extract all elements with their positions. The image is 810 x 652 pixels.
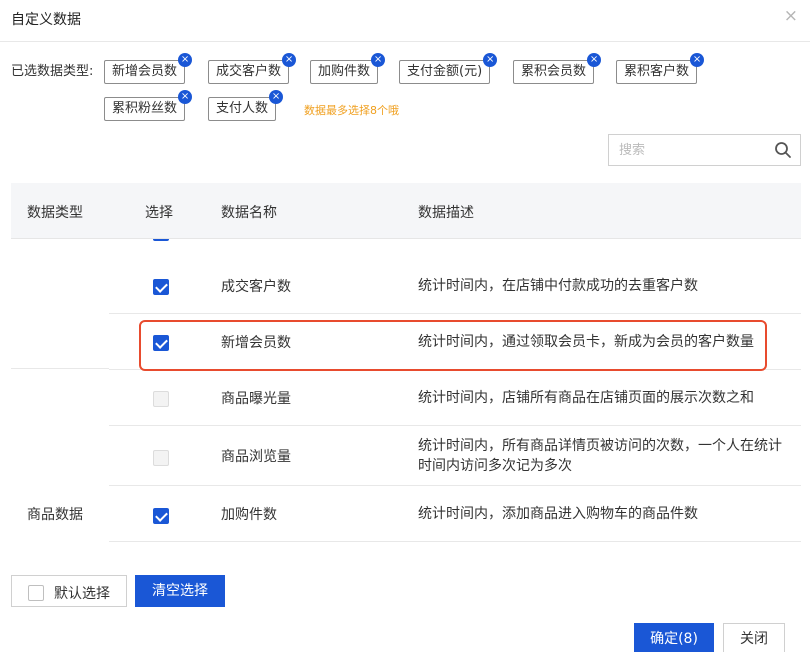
table-row: 成交客户数 统计时间内，在店铺中付款成功的去重客户数 bbox=[109, 258, 801, 314]
header-data-name: 数据名称 bbox=[221, 205, 277, 221]
row-checkbox[interactable] bbox=[153, 279, 169, 295]
tag-label: 新增会员数 bbox=[112, 64, 178, 79]
row-desc: 统计时间内，店铺所有商品在店铺页面的展示次数之和 bbox=[418, 390, 754, 406]
row-name: 加购件数 bbox=[221, 507, 277, 523]
tag-label: 累积粉丝数 bbox=[112, 101, 178, 116]
remove-tag-icon[interactable]: × bbox=[269, 90, 284, 104]
table-body[interactable]: 成交客户数 统计时间内，在店铺中付款成功的去重客户数 新增会员数 统计时间内，通… bbox=[11, 239, 801, 542]
search-box bbox=[608, 134, 801, 166]
table-row: 商品曝光量 统计时间内，店铺所有商品在店铺页面的展示次数之和 bbox=[109, 370, 801, 426]
tag-label: 累积客户数 bbox=[624, 64, 690, 79]
remove-tag-icon[interactable]: × bbox=[690, 53, 705, 67]
row-desc: 统计时间内，所有商品详情页被访问的次数，一个人在统计时间内访问多次记为多次 bbox=[418, 438, 782, 474]
header-data-desc: 数据描述 bbox=[418, 205, 474, 221]
tag-payers: 支付人数 × bbox=[208, 90, 284, 121]
table-header: 数据类型 选择 数据名称 数据描述 bbox=[11, 183, 801, 239]
remove-tag-icon[interactable]: × bbox=[587, 53, 602, 67]
search-input[interactable] bbox=[609, 135, 769, 165]
clear-selection-button[interactable]: 清空选择 bbox=[135, 575, 225, 607]
tag-total-customers: 累积客户数 × bbox=[616, 53, 705, 84]
group-label-product-data: 商品数据 bbox=[27, 507, 83, 523]
close-button[interactable]: 关闭 bbox=[723, 623, 785, 652]
dialog-header: 自定义数据 × bbox=[0, 0, 810, 42]
tag-label: 累积会员数 bbox=[521, 64, 587, 79]
remove-tag-icon[interactable]: × bbox=[371, 53, 386, 67]
selected-types-label: 已选数据类型: bbox=[11, 64, 94, 79]
table-row: 商品浏览量 统计时间内，所有商品详情页被访问的次数，一个人在统计时间内访问多次记… bbox=[109, 426, 801, 486]
tag-total-fans: 累积粉丝数 × bbox=[104, 90, 193, 121]
tag-label: 支付人数 bbox=[216, 101, 269, 116]
row-desc: 统计时间内，在店铺中付款成功的去重客户数 bbox=[418, 278, 698, 294]
tag-label: 加购件数 bbox=[318, 64, 371, 79]
group-divider bbox=[11, 368, 109, 369]
row-desc: 统计时间内，添加商品进入购物车的商品件数 bbox=[418, 506, 698, 522]
header-select: 选择 bbox=[145, 205, 173, 221]
default-select-checkbox[interactable] bbox=[28, 585, 44, 601]
remove-tag-icon[interactable]: × bbox=[178, 90, 193, 104]
default-select-label: 默认选择 bbox=[54, 586, 110, 602]
row-checkbox[interactable] bbox=[153, 450, 169, 466]
tag-label: 成交客户数 bbox=[216, 64, 282, 79]
highlight-box bbox=[139, 320, 767, 371]
default-select-button[interactable]: 默认选择 bbox=[11, 575, 127, 607]
row-checkbox[interactable] bbox=[153, 508, 169, 524]
close-icon[interactable]: × bbox=[784, 8, 798, 25]
confirm-button[interactable]: 确定(8) bbox=[634, 623, 714, 652]
tag-cart-items: 加购件数 × bbox=[310, 53, 386, 84]
remove-tag-icon[interactable]: × bbox=[483, 53, 498, 67]
row-checkbox[interactable] bbox=[153, 391, 169, 407]
header-data-type: 数据类型 bbox=[27, 205, 83, 221]
row-name: 成交客户数 bbox=[221, 279, 291, 295]
remove-tag-icon[interactable]: × bbox=[178, 53, 193, 67]
tag-payment-amount: 支付金额(元) × bbox=[399, 53, 498, 84]
dialog-title: 自定义数据 bbox=[11, 12, 81, 28]
remove-tag-icon[interactable]: × bbox=[282, 53, 297, 67]
search-icon[interactable] bbox=[774, 141, 792, 159]
tag-total-members: 累积会员数 × bbox=[513, 53, 602, 84]
tag-label: 支付金额(元) bbox=[407, 64, 483, 79]
tag-new-members: 新增会员数 × bbox=[104, 53, 193, 84]
row-name: 商品曝光量 bbox=[221, 391, 291, 407]
max-selection-hint: 数据最多选择8个哦 bbox=[304, 104, 399, 117]
row-name: 商品浏览量 bbox=[221, 449, 291, 465]
table-row: 加购件数 统计时间内，添加商品进入购物车的商品件数 bbox=[109, 486, 801, 542]
partial-checkbox bbox=[153, 239, 169, 241]
tag-deal-customers: 成交客户数 × bbox=[208, 53, 297, 84]
